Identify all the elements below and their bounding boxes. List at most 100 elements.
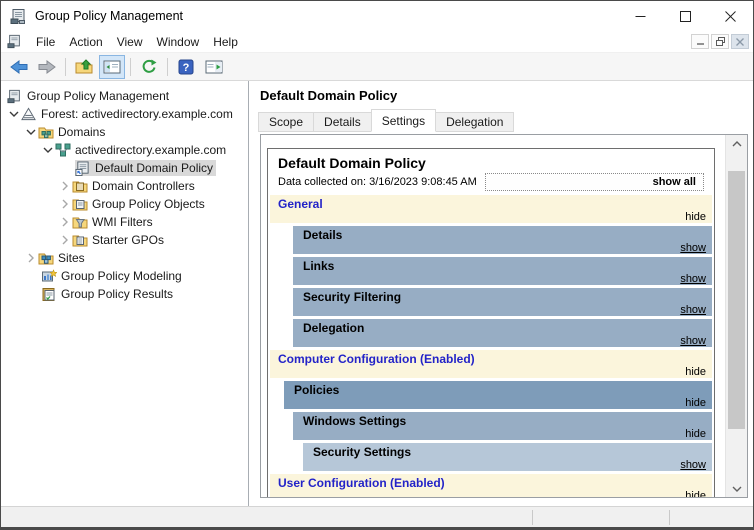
section-title: Security Settings: [313, 445, 412, 459]
show-action-pane-button[interactable]: [201, 55, 227, 79]
statusbar: [1, 506, 753, 527]
tree-item-sites[interactable]: Sites: [1, 249, 248, 267]
forward-button[interactable]: [34, 55, 60, 79]
show-link[interactable]: show: [680, 242, 706, 254]
tree-item-label: Default Domain Policy: [95, 161, 214, 175]
tab-details[interactable]: Details: [313, 112, 372, 132]
hide-link[interactable]: hide: [685, 211, 706, 223]
hide-link[interactable]: hide: [685, 490, 706, 497]
refresh-button[interactable]: [136, 55, 162, 79]
section-title: Windows Settings: [303, 414, 407, 428]
tree-item-domain[interactable]: activedirectory.example.com: [1, 141, 248, 159]
child-restore-button[interactable]: [711, 34, 729, 49]
section-title[interactable]: Computer Configuration (Enabled): [278, 352, 475, 366]
tree-item-group-policy-objects[interactable]: Group Policy Objects: [1, 195, 248, 213]
close-button[interactable]: [708, 1, 753, 31]
section-windows-settings: Windows Settings hide: [293, 412, 712, 440]
back-button[interactable]: [6, 55, 32, 79]
chevron-down-icon[interactable]: [24, 129, 38, 135]
gpo-shortcut-icon: [75, 160, 92, 176]
chevron-down-icon[interactable]: [7, 111, 21, 117]
toolbar-separator: [65, 57, 66, 76]
section-details: Details show: [293, 226, 712, 254]
starter-gpos-folder-icon: [72, 233, 89, 247]
tab-scope[interactable]: Scope: [258, 112, 315, 132]
tree-item-label: Domains: [58, 125, 106, 139]
console-tree-pane: Group Policy Management Forest: activedi…: [1, 81, 249, 506]
scrollbar-thumb[interactable]: [728, 171, 745, 429]
menu-file[interactable]: File: [36, 32, 55, 52]
report-scrollbar[interactable]: [725, 135, 747, 497]
minimize-button[interactable]: [618, 1, 663, 31]
domain-controllers-folder-icon: [72, 179, 89, 193]
hide-link[interactable]: hide: [685, 428, 706, 440]
tab-settings[interactable]: Settings: [370, 109, 437, 132]
tree-item-group-policy-management[interactable]: Group Policy Management: [1, 87, 248, 105]
section-links: Links show: [293, 257, 712, 285]
tree-item-wmi-filters[interactable]: WMI Filters: [1, 213, 248, 231]
tree-item-default-domain-policy[interactable]: Default Domain Policy: [1, 159, 248, 177]
gpm-console-icon: [7, 89, 24, 104]
chevron-right-icon[interactable]: [58, 181, 72, 191]
chevron-right-icon[interactable]: [58, 235, 72, 245]
chevron-right-icon[interactable]: [58, 199, 72, 209]
menu-help[interactable]: Help: [213, 32, 238, 52]
section-title: Security Filtering: [303, 290, 402, 304]
help-button[interactable]: ?: [173, 55, 199, 79]
tree-item-domain-controllers[interactable]: Domain Controllers: [1, 177, 248, 195]
settings-report: Default Domain Policy Data collected on:…: [267, 148, 715, 497]
section-title[interactable]: General: [278, 197, 323, 211]
tab-delegation[interactable]: Delegation: [435, 112, 515, 132]
chevron-down-icon[interactable]: [41, 147, 55, 153]
tree-item-label: Group Policy Management: [27, 89, 170, 103]
settings-report-viewport: Default Domain Policy Data collected on:…: [261, 135, 725, 497]
menu-view[interactable]: View: [117, 32, 143, 52]
show-link[interactable]: show: [680, 304, 706, 316]
menu-action[interactable]: Action: [69, 32, 102, 52]
show-link[interactable]: show: [680, 459, 706, 471]
tree-item-starter-gpos[interactable]: Starter GPOs: [1, 231, 248, 249]
tree-item-domains[interactable]: Domains: [1, 123, 248, 141]
show-console-tree-button[interactable]: [99, 54, 125, 79]
section-general: General hide: [270, 195, 712, 223]
gpo-folder-icon: [72, 197, 89, 211]
section-computer-configuration: Computer Configuration (Enabled) hide: [270, 350, 712, 378]
maximize-button[interactable]: [663, 1, 708, 31]
toolbar-separator: [130, 57, 131, 76]
back-icon: [10, 59, 28, 74]
forward-icon: [38, 59, 56, 74]
menu-window[interactable]: Window: [157, 32, 200, 52]
refresh-icon: [141, 59, 157, 75]
up-one-level-button[interactable]: [71, 55, 97, 79]
titlebar[interactable]: Group Policy Management: [1, 1, 753, 31]
show-all-button[interactable]: show all: [484, 173, 704, 191]
section-title: Details: [303, 228, 343, 242]
hide-link[interactable]: hide: [685, 397, 706, 409]
tab-strip: Scope Details Settings Delegation: [258, 109, 515, 132]
tree-item-label: Group Policy Modeling: [61, 269, 182, 283]
scroll-down-arrow[interactable]: [726, 480, 747, 497]
tree-item-label: WMI Filters: [92, 215, 153, 229]
hide-link[interactable]: hide: [685, 366, 706, 378]
scroll-up-arrow[interactable]: [726, 135, 747, 152]
chevron-right-icon[interactable]: [24, 253, 38, 263]
chevron-right-icon[interactable]: [58, 217, 72, 227]
show-link[interactable]: show: [680, 335, 706, 347]
action-pane-icon: [205, 60, 223, 74]
child-minimize-button[interactable]: [691, 34, 709, 49]
statusbar-separator: [532, 510, 533, 525]
tree-item-forest[interactable]: Forest: activedirectory.example.com: [1, 105, 248, 123]
svg-text:?: ?: [183, 62, 190, 74]
console-tree-icon: [103, 60, 121, 74]
show-link[interactable]: show: [680, 273, 706, 285]
tree-item-label: Domain Controllers: [92, 179, 195, 193]
help-icon: ?: [178, 59, 194, 75]
gpm-console-icon: [10, 8, 27, 25]
child-close-button[interactable]: [731, 34, 749, 49]
data-collected-text: Data collected on: 3/16/2023 9:08:45 AM: [278, 176, 477, 188]
tree-item-group-policy-modeling[interactable]: Group Policy Modeling: [1, 267, 248, 285]
tree-item-label: activedirectory.example.com: [75, 143, 227, 157]
section-title[interactable]: User Configuration (Enabled): [278, 476, 445, 490]
tree-item-group-policy-results[interactable]: Group Policy Results: [1, 285, 248, 303]
report-title: Default Domain Policy: [278, 155, 426, 171]
